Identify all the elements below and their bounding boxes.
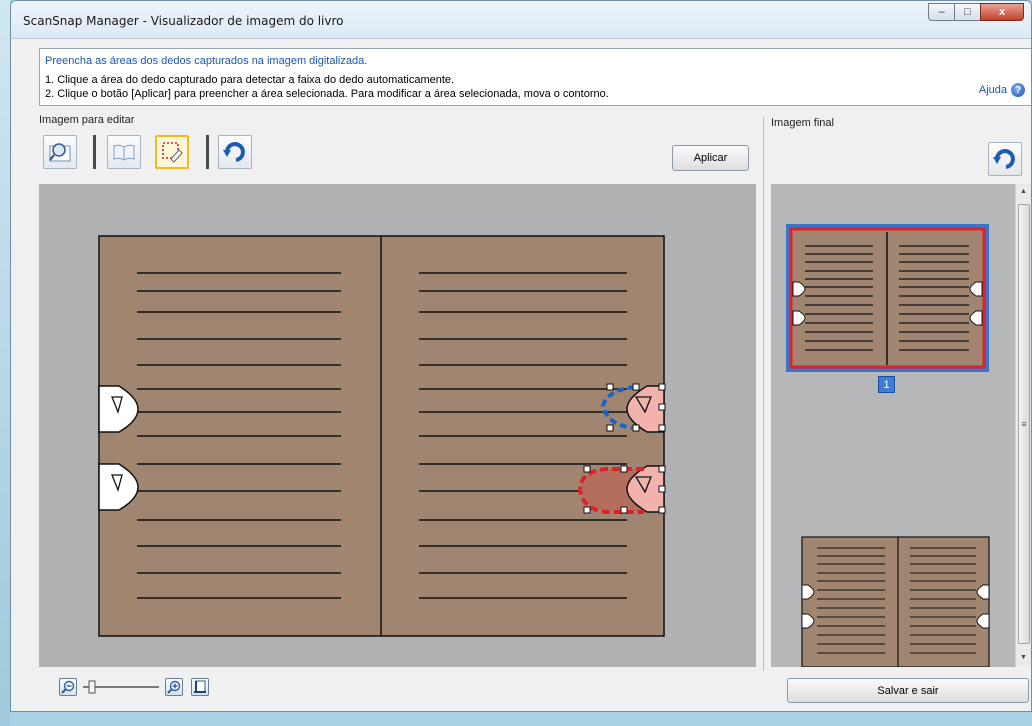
zoom-slider[interactable]: [81, 678, 161, 696]
thumbnail-page-1[interactable]: [786, 224, 989, 372]
close-button[interactable]: x: [980, 3, 1024, 21]
instructions-box: Preencha as áreas dos dedos capturados n…: [39, 48, 1031, 106]
book-tool-button[interactable]: [107, 135, 141, 169]
final-image-pane[interactable]: [771, 184, 1015, 668]
magnifier-tool-button[interactable]: [43, 135, 77, 169]
desktop-background: [0, 0, 10, 726]
window-controls: ‒ □ x: [928, 3, 1024, 21]
scroll-thumb[interactable]: ≡: [1018, 204, 1030, 644]
final-thumbnails[interactable]: [771, 184, 1015, 668]
zoom-in-icon: [167, 680, 181, 694]
undo-icon: [993, 149, 1015, 169]
minimize-button[interactable]: ‒: [928, 3, 955, 21]
undo-icon: [223, 142, 245, 162]
thumbnail-page-2[interactable]: [801, 536, 990, 668]
save-and-exit-button[interactable]: Salvar e sair: [787, 678, 1029, 703]
toolbar-separator: [206, 135, 209, 169]
scroll-down-arrow[interactable]: ▼: [1020, 654, 1027, 661]
book-viewer-window: ScanSnap Manager - Visualizador de image…: [10, 0, 1032, 712]
finger-fill-tool-button[interactable]: [155, 135, 189, 169]
magnifier-icon: [49, 143, 71, 162]
final-image-label: Imagem final: [771, 117, 834, 129]
book-icon: [113, 144, 135, 161]
final-scrollbar[interactable]: ▲ ≡ ▼: [1015, 184, 1031, 667]
final-undo-button[interactable]: [988, 142, 1022, 176]
help-link[interactable]: Ajuda ?: [979, 83, 1025, 97]
maximize-button[interactable]: □: [954, 3, 981, 21]
title-bar[interactable]: ScanSnap Manager - Visualizador de image…: [11, 1, 1031, 39]
help-icon: ?: [1011, 83, 1025, 97]
undo-tool-button[interactable]: [218, 135, 252, 169]
instruction-step-1: 1. Clique a área do dedo capturado para …: [45, 74, 455, 86]
page-number-badge[interactable]: 1: [878, 376, 895, 393]
help-label: Ajuda: [978, 84, 1007, 96]
instructions-heading: Preencha as áreas dos dedos capturados n…: [45, 55, 368, 67]
apply-button[interactable]: Aplicar: [672, 145, 749, 171]
zoom-out-button[interactable]: [59, 678, 77, 696]
scroll-up-arrow[interactable]: ▲: [1020, 188, 1027, 195]
finger-fill-icon: [162, 142, 183, 163]
toolbar-separator: [93, 135, 96, 169]
window-title: ScanSnap Manager - Visualizador de image…: [23, 14, 344, 28]
zoom-slider-knob[interactable]: [88, 680, 96, 694]
edit-image-label: Imagem para editar: [39, 114, 135, 126]
edit-image-canvas[interactable]: [39, 184, 756, 667]
book-scan-image[interactable]: [39, 184, 756, 667]
zoom-in-button[interactable]: [165, 678, 183, 696]
zoom-out-icon: [61, 680, 75, 694]
fit-window-icon: [194, 680, 206, 693]
panel-divider: [763, 117, 764, 671]
instruction-step-2: 2. Clique o botão [Aplicar] para preench…: [45, 88, 609, 100]
fit-to-window-button[interactable]: [191, 678, 209, 696]
